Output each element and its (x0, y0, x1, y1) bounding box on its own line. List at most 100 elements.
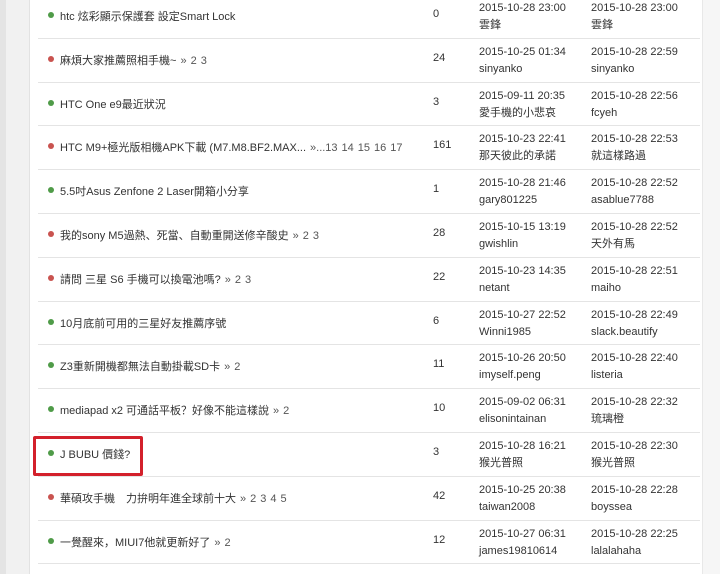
thread-page-link[interactable]: 16 (374, 142, 386, 154)
thread-author-name-link[interactable]: taiwan2008 (479, 499, 566, 516)
reply-count: 1 (433, 183, 440, 196)
thread-subject: 請問 三星 S6 手機可以換電池嗎? » 2 3 (60, 271, 251, 287)
thread-title-link[interactable]: 一覺醒來，MIUI7他就更新好了 (60, 537, 210, 549)
thread-title-link[interactable]: Z3重新開機都無法自動掛載SD卡 (60, 361, 220, 373)
thread-author-name-link[interactable]: james19810614 (479, 543, 566, 560)
thread-author-name-link[interactable]: sinyanko (479, 61, 566, 78)
thread-dot-icon (48, 537, 54, 544)
reply-count: 10 (433, 402, 446, 415)
thread-page-link[interactable]: »...13 (310, 142, 338, 154)
thread-title-link[interactable]: 我的sony M5過熱、死當、自動重開送修辛酸史 (60, 230, 289, 242)
thread-page-link[interactable]: » (214, 537, 220, 549)
thread-title-link[interactable]: 請問 三星 S6 手機可以換電池嗎? (60, 274, 221, 286)
thread-page-link[interactable]: » (273, 405, 279, 417)
reply-count: 3 (433, 95, 440, 108)
thread-author-time: 2015-09-11 20:35 (479, 89, 566, 102)
last-poster-name-link[interactable]: 天外有馬 (591, 236, 678, 253)
thread-title-link[interactable]: mediapad x2 可通話平板？好像不能這樣說 (60, 405, 269, 417)
thread-author-name-link[interactable]: gwishlin (479, 236, 566, 253)
last-poster-name-link[interactable]: maiho (591, 280, 678, 297)
thread-page-link[interactable]: 3 (313, 230, 319, 242)
thread-dot-icon (48, 99, 54, 106)
last-poster-name-link[interactable]: 雲鋒 (591, 17, 678, 34)
thread-author-name-link[interactable]: Winni1985 (479, 324, 566, 341)
thread-author-cell: 2015-10-28 23:00 雲鋒 (479, 0, 566, 34)
thread-title-link[interactable]: HTC M9+極光版相機APK下載 (M7.M8.BF2.MAX... (60, 142, 306, 154)
thread-page-link[interactable]: » (225, 274, 231, 286)
last-poster-time: 2015-10-28 22:40 (591, 352, 678, 365)
thread-page-link[interactable]: 2 (303, 230, 309, 242)
thread-page-link[interactable]: 2 (250, 493, 256, 505)
thread-title-link[interactable]: 5.5吋Asus Zenfone 2 Laser開箱小分享 (60, 186, 249, 198)
last-poster-name-link[interactable]: 就這樣路過 (591, 148, 678, 165)
reply-count: 3 (433, 445, 440, 458)
thread-subject: mediapad x2 可通話平板？好像不能這樣說 » 2 (60, 402, 289, 418)
last-poster-time: 2015-10-28 22:49 (591, 308, 678, 321)
thread-row: 我的sony M5過熱、死當、自動重開送修辛酸史 » 2 3 28 2015-10-15 … (38, 214, 700, 258)
thread-author-time: 2015-10-28 21:46 (479, 177, 566, 190)
thread-page-link[interactable]: 2 (191, 55, 197, 67)
thread-page-links: »...13 14 15 16 17 (310, 142, 403, 154)
thread-page-link[interactable]: » (293, 230, 299, 242)
thread-page-link[interactable]: 2 (234, 361, 240, 373)
thread-author-cell: 2015-10-26 20:50 imyself.peng (479, 350, 566, 384)
thread-row: htc 炫彩顯示保護套 設定Smart Lock 0 2015-10-28 23:0… (38, 0, 700, 39)
last-poster-time: 2015-10-28 22:25 (591, 527, 678, 540)
thread-page-link[interactable]: 3 (245, 274, 251, 286)
last-poster-name-link[interactable]: boyssea (591, 499, 678, 516)
last-poster-cell: 2015-10-28 22:56 fcyeh (591, 88, 678, 122)
thread-title-link[interactable]: J BUBU 價錢? (60, 449, 130, 461)
thread-page-link[interactable]: 4 (270, 493, 276, 505)
thread-author-time: 2015-10-28 16:21 (479, 439, 566, 452)
thread-page-link[interactable]: 3 (260, 493, 266, 505)
thread-page-links: » 2 3 (225, 274, 251, 286)
thread-row: 華碩攻手機 力拚明年進全球前十大 » 2 3 4 5 42 2015-10-25 20:38 t… (38, 477, 700, 521)
thread-page-link[interactable]: 17 (390, 142, 402, 154)
thread-page-link[interactable]: » (224, 361, 230, 373)
thread-page-link[interactable]: 14 (342, 142, 354, 154)
thread-page-link[interactable]: 2 (224, 537, 230, 549)
last-poster-name-link[interactable]: 琉璃橙 (591, 411, 678, 428)
hot-thread-dot-icon (48, 143, 54, 150)
hot-thread-dot-icon (48, 55, 54, 62)
thread-author-cell: 2015-10-25 20:38 taiwan2008 (479, 482, 566, 516)
last-poster-cell: 2015-10-28 22:52 asablue7788 (591, 175, 678, 209)
thread-page-link[interactable]: 3 (201, 55, 207, 67)
thread-page-link[interactable]: » (240, 493, 246, 505)
thread-title-link[interactable]: 華碩攻手機 力拚明年進全球前十大 (60, 493, 236, 505)
reply-count: 6 (433, 314, 440, 327)
thread-title-link[interactable]: htc 炫彩顯示保護套 設定Smart Lock (60, 11, 235, 23)
thread-title-link[interactable]: 10月底前可用的三星好友推薦序號 (60, 318, 226, 330)
last-poster-name-link[interactable]: slack.beautify (591, 324, 678, 341)
thread-author-name-link[interactable]: imyself.peng (479, 367, 566, 384)
thread-author-name-link[interactable]: netant (479, 280, 566, 297)
reply-count: 11 (433, 358, 445, 371)
thread-page-link[interactable]: 15 (358, 142, 370, 154)
thread-row: HTC M9+極光版相機APK下載 (M7.M8.BF2.MAX... »...1… (38, 126, 700, 171)
last-poster-name-link[interactable]: asablue7788 (591, 192, 678, 209)
thread-author-name-link[interactable]: gary801225 (479, 192, 566, 209)
last-poster-name-link[interactable]: lalalahaha (591, 543, 678, 560)
last-poster-time: 2015-10-28 22:59 (591, 45, 678, 58)
thread-page-link[interactable]: » (180, 55, 186, 67)
thread-author-name-link[interactable]: 愛手機的小悲哀 (479, 105, 565, 122)
last-poster-name-link[interactable]: fcyeh (591, 105, 678, 122)
last-poster-time: 2015-10-28 22:28 (591, 483, 678, 496)
thread-author-cell: 2015-10-28 16:21 猴光普照 (479, 438, 566, 472)
thread-author-name-link[interactable]: 雲鋒 (479, 17, 566, 34)
thread-author-cell: 2015-09-11 20:35 愛手機的小悲哀 (479, 88, 565, 122)
thread-page-link[interactable]: 5 (281, 493, 287, 505)
thread-author-name-link[interactable]: 猴光普照 (479, 455, 566, 472)
thread-page-link[interactable]: 2 (235, 274, 241, 286)
thread-author-time: 2015-10-23 22:41 (479, 133, 566, 146)
thread-author-name-link[interactable]: 那天彼此的承諾 (479, 148, 566, 165)
last-poster-name-link[interactable]: listeria (591, 367, 678, 384)
thread-title-link[interactable]: HTC One e9最近狀況 (60, 99, 166, 111)
last-poster-name-link[interactable]: 猴光普照 (591, 455, 678, 472)
thread-author-cell: 2015-10-23 14:35 netant (479, 263, 566, 297)
thread-dot-icon (48, 318, 54, 325)
thread-author-name-link[interactable]: elisonintainan (479, 411, 566, 428)
last-poster-name-link[interactable]: sinyanko (591, 61, 678, 78)
thread-page-link[interactable]: 2 (283, 405, 289, 417)
thread-title-link[interactable]: 麻煩大家推薦照相手機~ (60, 55, 176, 67)
